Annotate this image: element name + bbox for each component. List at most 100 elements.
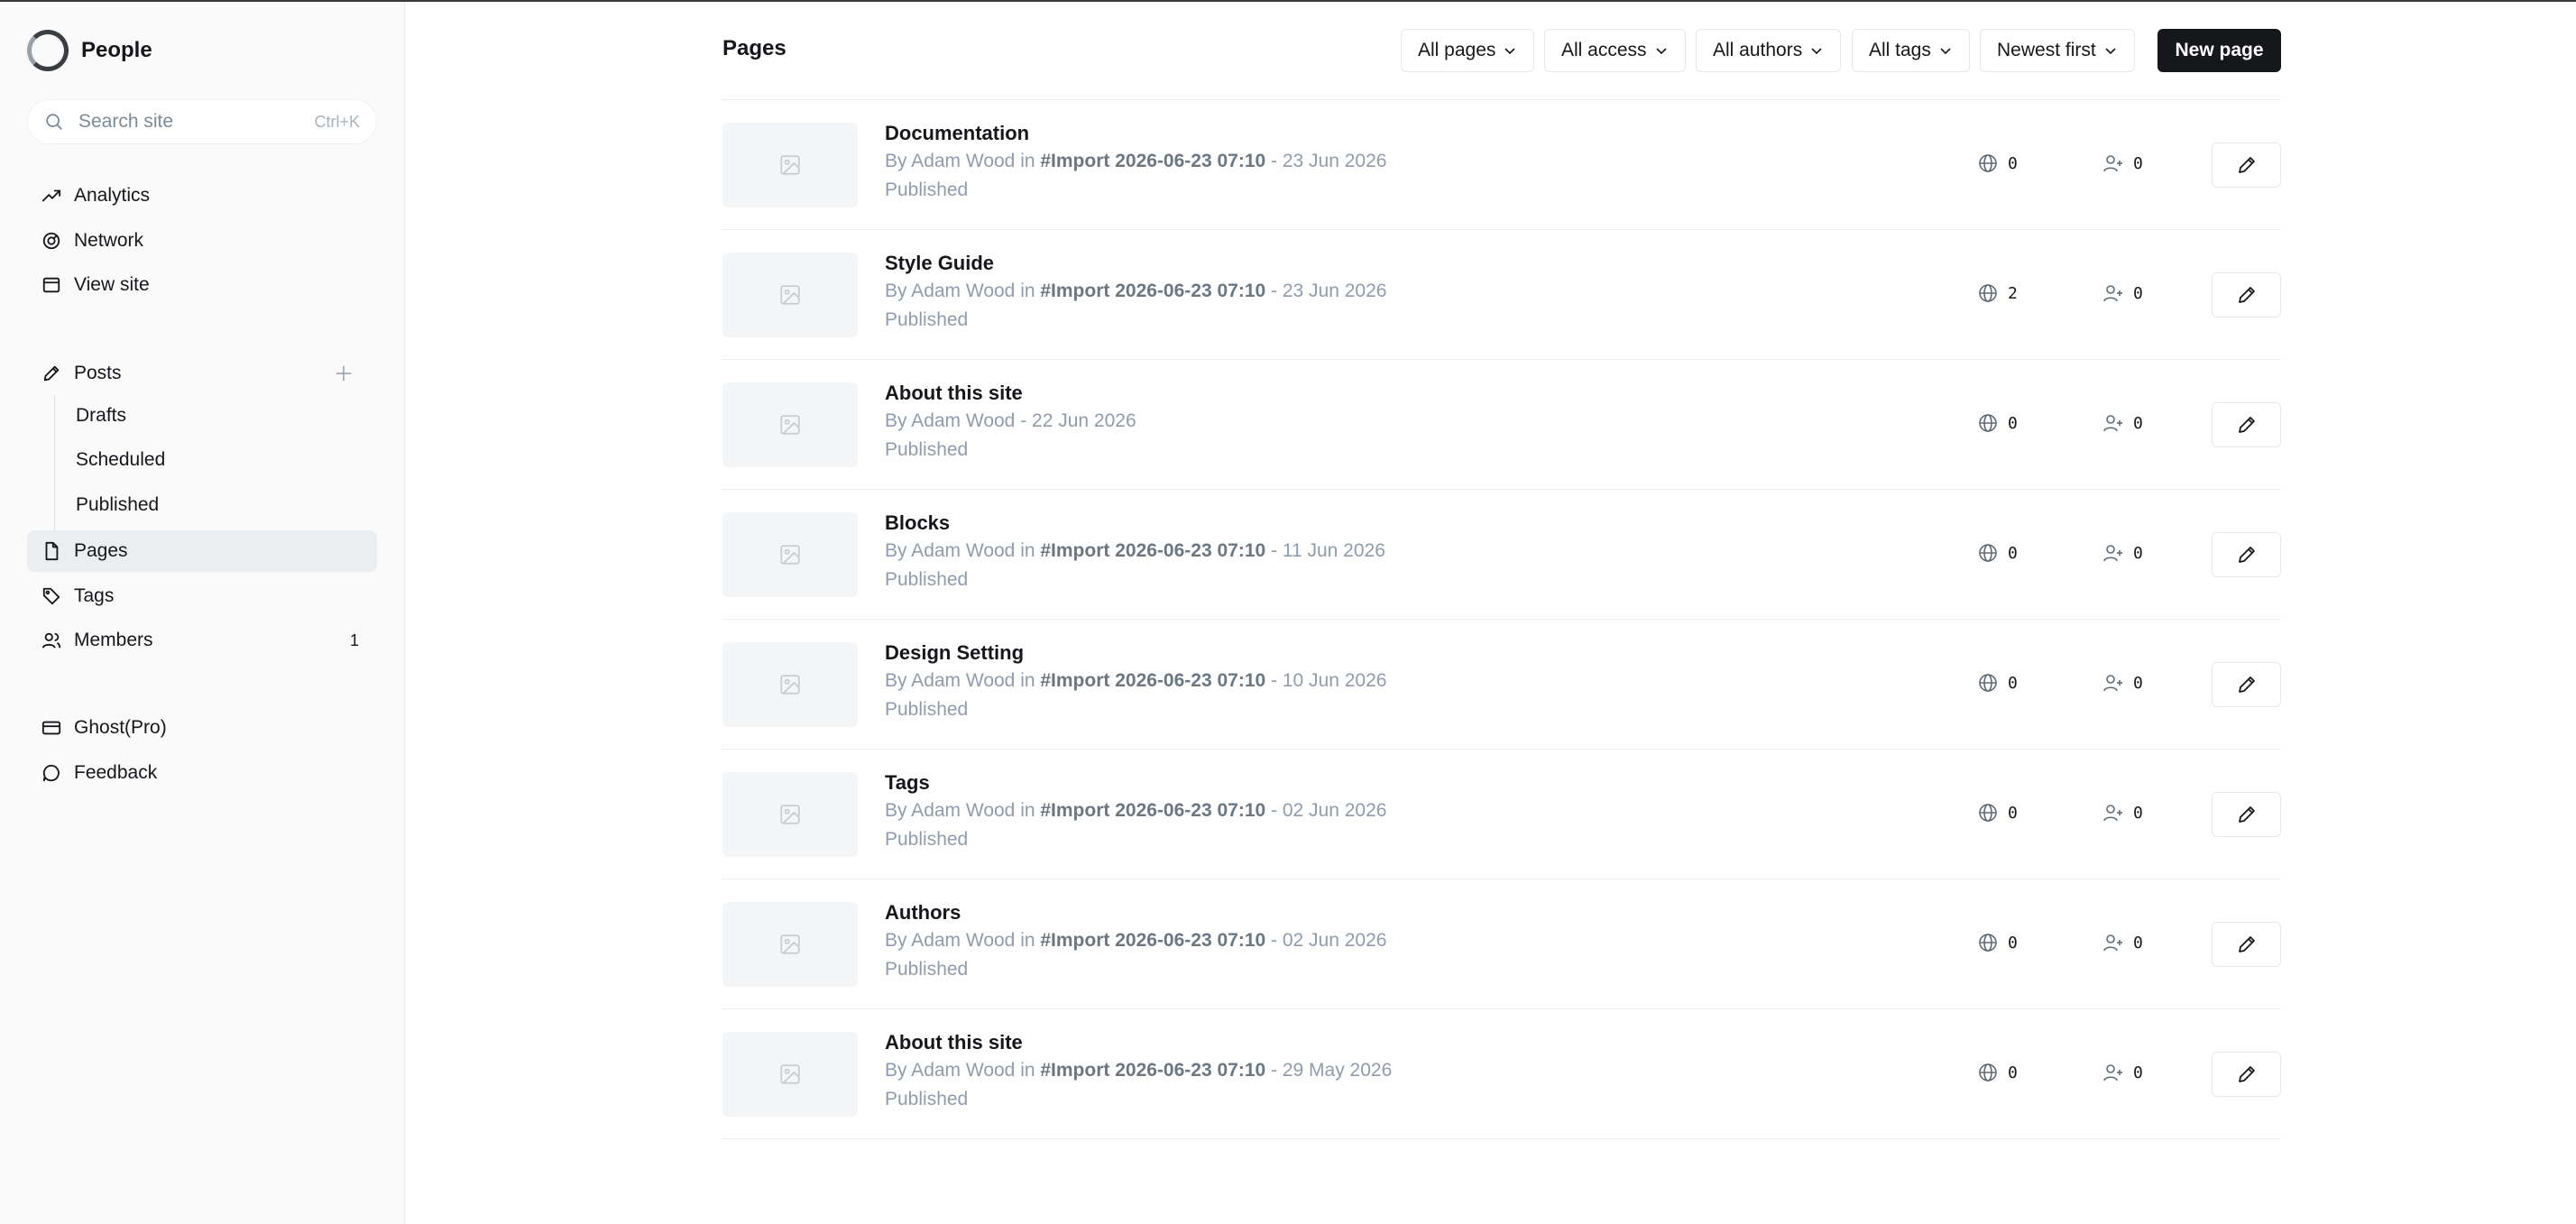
filter-all-tags[interactable]: All tags [1852, 29, 1970, 72]
table-row[interactable]: Design Setting By Adam Wood in #Import 2… [722, 620, 2281, 750]
page-title-link[interactable]: Tags [885, 771, 930, 795]
user-plus-icon [2103, 934, 2122, 952]
filter-all-access[interactable]: All access [1544, 29, 1686, 72]
sidebar: People Search site Ctrl+K Analytics Netw… [0, 2, 405, 1224]
table-row[interactable]: About this site By Adam Wood in #Import … [722, 1009, 2281, 1139]
page-meta-in: in [1015, 670, 1041, 691]
sidebar-item-drafts[interactable]: Drafts [76, 395, 126, 437]
edit-page-button[interactable] [2212, 143, 2281, 188]
edit-page-button[interactable] [2212, 402, 2281, 447]
page-author: By Adam Wood [885, 930, 1016, 951]
table-row[interactable]: Blocks By Adam Wood in #Import 2026-06-2… [722, 490, 2281, 620]
edit-page-button[interactable] [2212, 662, 2281, 707]
edit-page-button[interactable] [2212, 272, 2281, 318]
add-post-icon[interactable] [334, 364, 354, 383]
signups-count: 0 [2133, 933, 2143, 953]
page-thumbnail [722, 1032, 858, 1117]
page-thumbnail [722, 253, 858, 337]
page-title-link[interactable]: Documentation [885, 122, 1029, 145]
page-author: By Adam Wood [885, 800, 1016, 821]
sort-order[interactable]: Newest first [1980, 29, 2135, 72]
page-title-link[interactable]: Blocks [885, 511, 950, 535]
chevron-down-icon [1940, 48, 1951, 55]
page-meta-in: in [1015, 800, 1041, 821]
visits-stat: 0 [1977, 542, 2018, 564]
page-title: Pages [722, 36, 787, 60]
signups-stat: 0 [2102, 542, 2143, 564]
site-brand[interactable]: People [27, 30, 152, 71]
search-shortcut: Ctrl+K [314, 112, 360, 131]
page-title-link[interactable]: Design Setting [885, 641, 1024, 665]
sidebar-item-label: Feedback [74, 762, 158, 783]
members-count: 1 [349, 630, 359, 649]
sidebar-item-network[interactable]: Network [27, 220, 377, 262]
table-row[interactable]: Authors By Adam Wood in #Import 2026-06-… [722, 879, 2281, 1009]
sidebar-item-label: Pages [74, 540, 128, 561]
page-meta: By Adam Wood in #Import 2026-06-23 07:10… [885, 670, 1386, 692]
table-row[interactable]: Documentation By Adam Wood in #Import 20… [722, 100, 2281, 230]
page-meta: By Adam Wood in #Import 2026-06-23 07:10… [885, 151, 1386, 172]
page-title-link[interactable]: Style Guide [885, 252, 994, 275]
signups-stat: 0 [2102, 672, 2143, 694]
signups-count: 0 [2133, 673, 2143, 693]
page-author: By Adam Wood [885, 151, 1016, 171]
table-row[interactable]: Tags By Adam Wood in #Import 2026-06-23 … [722, 750, 2281, 879]
sidebar-item-label: Posts [74, 363, 122, 383]
page-author: By Adam Wood [885, 281, 1016, 301]
edit-page-button[interactable] [2212, 922, 2281, 967]
edit-page-button[interactable] [2212, 532, 2281, 577]
page-thumbnail [722, 902, 858, 987]
sidebar-item-members[interactable]: Members 1 [27, 620, 377, 661]
page-tag: #Import 2026-06-23 07:10 [1040, 800, 1266, 821]
page-meta: By Adam Wood in #Import 2026-06-23 07:10… [885, 1060, 1392, 1081]
user-plus-icon [2103, 545, 2122, 562]
globe-icon [1979, 674, 1997, 692]
sidebar-item-posts[interactable]: Posts [27, 353, 377, 394]
page-meta-in: in [1015, 151, 1041, 171]
image-placeholder-icon [780, 415, 800, 435]
image-placeholder-icon [780, 934, 800, 954]
page-status: Published [885, 959, 969, 980]
page-icon [45, 541, 59, 561]
visits-stat: 0 [1977, 412, 2018, 434]
table-row[interactable]: Style Guide By Adam Wood in #Import 2026… [722, 230, 2281, 360]
sidebar-item-view-site[interactable]: View site [27, 264, 377, 306]
page-status: Published [885, 569, 969, 590]
page-author: By Adam Wood [885, 1060, 1016, 1081]
sidebar-item-scheduled[interactable]: Scheduled [76, 439, 165, 481]
trend-icon [41, 189, 61, 202]
sidebar-item-analytics[interactable]: Analytics [27, 175, 377, 216]
sidebar-item-ghost-pro[interactable]: Ghost(Pro) [27, 707, 377, 749]
user-plus-icon [2103, 415, 2122, 432]
globe-icon [1979, 934, 1997, 952]
filter-label: Newest first [1997, 40, 2096, 60]
members-icon [41, 632, 61, 649]
edit-page-button[interactable] [2212, 1052, 2281, 1097]
edit-page-button[interactable] [2212, 792, 2281, 837]
pencil-icon [2238, 1066, 2255, 1082]
filter-all-pages[interactable]: All pages [1401, 29, 1535, 72]
page-title-link[interactable]: About this site [885, 1031, 1023, 1054]
tag-icon [42, 587, 60, 605]
pencil-icon [2238, 417, 2255, 433]
page-meta: By Adam Wood - 22 Jun 2026 [885, 410, 1136, 432]
sidebar-item-feedback[interactable]: Feedback [27, 752, 377, 794]
page-title-link[interactable]: Authors [885, 901, 961, 925]
image-placeholder-icon [780, 155, 800, 175]
search-input[interactable]: Search site Ctrl+K [27, 99, 377, 144]
sidebar-item-tags[interactable]: Tags [27, 575, 377, 617]
visits-count: 0 [2008, 413, 2018, 433]
page-status: Published [885, 829, 969, 850]
new-page-button[interactable]: New page [2157, 29, 2281, 72]
signups-count: 0 [2133, 1063, 2143, 1082]
sidebar-item-published[interactable]: Published [76, 484, 159, 526]
visits-stat: 0 [1977, 1062, 2018, 1083]
page-date: - 11 Jun 2026 [1265, 540, 1385, 561]
table-row[interactable]: About this site By Adam Wood - 22 Jun 20… [722, 360, 2281, 490]
sidebar-item-pages[interactable]: Pages [27, 530, 377, 572]
search-icon [46, 114, 62, 130]
page-meta: By Adam Wood in #Import 2026-06-23 07:10… [885, 540, 1385, 562]
image-placeholder-icon [780, 545, 800, 565]
filter-all-authors[interactable]: All authors [1696, 29, 1842, 72]
page-title-link[interactable]: About this site [885, 382, 1023, 405]
